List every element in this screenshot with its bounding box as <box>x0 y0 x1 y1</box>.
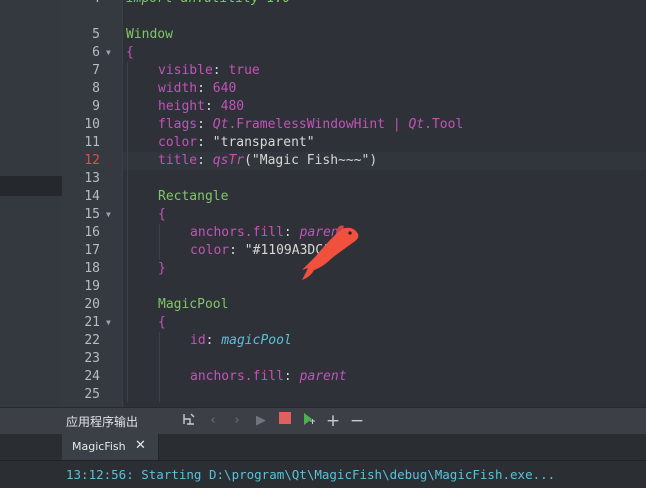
code-line-7: visible: true <box>158 63 260 78</box>
output-log-line: 13:12:56: Starting D:\program\Qt\MagicFi… <box>66 467 556 482</box>
output-tabbar: MagicFish ✕ <box>0 434 646 461</box>
line-number: 16 <box>84 225 100 240</box>
code-line-5: Window <box>126 27 173 42</box>
line-number: 25 <box>84 387 100 402</box>
line-number: 14 <box>84 189 100 204</box>
attach-icon[interactable] <box>300 412 318 430</box>
code-line-9: height: 480 <box>158 99 245 114</box>
line-number: 24 <box>84 369 100 384</box>
indent-guide <box>159 332 160 402</box>
zoom-out-icon[interactable]: − <box>348 412 366 430</box>
code-line-24: anchors.fill: parent <box>190 369 347 384</box>
fold-arrow-icon[interactable]: ▼ <box>106 206 111 224</box>
left-sidebar <box>0 0 62 407</box>
clear-output-icon[interactable] <box>180 412 198 430</box>
line-number: 7 <box>92 63 100 78</box>
code-line-4: import an.utility 1.0 <box>126 0 290 8</box>
tab-label: MagicFish <box>72 440 126 453</box>
fold-arrow-icon[interactable]: ▼ <box>106 314 111 332</box>
code-line-11: color: "transparent" <box>158 135 315 150</box>
line-number: 17 <box>84 243 100 258</box>
line-number: 8 <box>92 81 100 96</box>
code-line-22: id: magicPool <box>190 333 292 348</box>
line-number: 22 <box>84 333 100 348</box>
code-line-12: title: qsTr("Magic Fish~~~") <box>158 153 378 168</box>
code-line-10: flags: Qt.FramelessWindowHint | Qt.Tool <box>158 117 464 132</box>
stop-icon[interactable] <box>276 412 294 430</box>
magic-fish-image[interactable] <box>298 222 362 282</box>
prev-icon[interactable]: ‹ <box>204 412 222 430</box>
sidebar-selected-item[interactable] <box>0 176 62 196</box>
code-line-6: { <box>126 45 134 60</box>
next-icon[interactable]: › <box>228 412 246 430</box>
code-line-18: } <box>158 261 166 276</box>
output-pane-title: 应用程序输出 <box>66 415 139 429</box>
line-number: 23 <box>84 351 100 366</box>
fold-arrow-icon[interactable]: ▼ <box>106 44 111 62</box>
code-line-21: { <box>158 315 166 330</box>
tab-magicfish[interactable]: MagicFish ✕ <box>62 434 159 460</box>
output-toolbar: 应用程序输出 ‹ › ▶ + − <box>0 407 646 434</box>
output-console[interactable]: 13:12:56: Starting D:\program\Qt\MagicFi… <box>0 461 646 488</box>
code-line-20: MagicPool <box>158 297 229 312</box>
line-number: 20 <box>84 297 100 312</box>
line-number: 18 <box>84 261 100 276</box>
line-number: 21 <box>84 315 100 330</box>
line-number: 5 <box>92 27 100 42</box>
code-line-8: width: 640 <box>158 81 237 96</box>
zoom-in-icon[interactable]: + <box>324 412 342 430</box>
line-number: 4 <box>62 0 100 8</box>
line-number: 6 <box>92 45 100 60</box>
line-number: 15 <box>84 207 100 222</box>
line-number: 9 <box>92 99 100 114</box>
close-icon[interactable]: ✕ <box>135 438 146 453</box>
run-icon[interactable]: ▶ <box>252 412 270 430</box>
line-number-current: 12 <box>84 153 100 168</box>
line-number: 19 <box>84 279 100 294</box>
indent-guide <box>159 224 160 260</box>
code-line-14: Rectangle <box>158 189 229 204</box>
indent-guide <box>127 62 128 402</box>
code-line-15: { <box>158 207 166 222</box>
line-number: 10 <box>84 117 100 132</box>
line-number: 11 <box>84 135 100 150</box>
line-number: 13 <box>84 171 100 186</box>
